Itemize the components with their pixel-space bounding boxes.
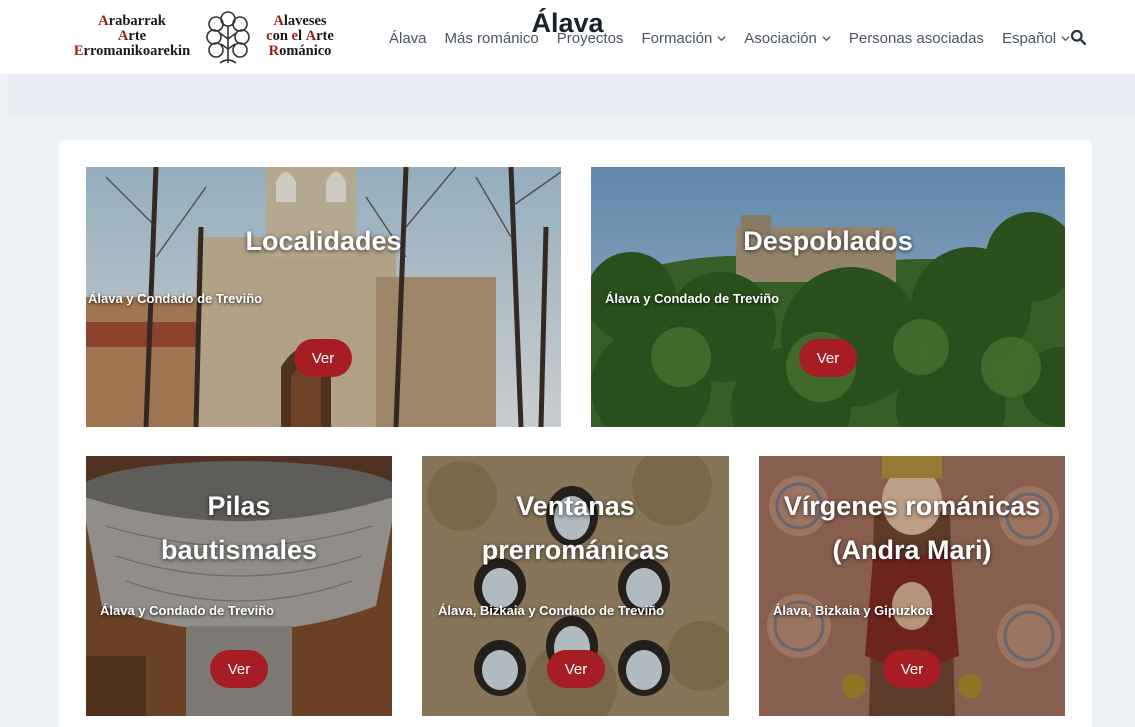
card-localidades[interactable]: Localidades Álava y Condado de Treviño V… xyxy=(86,167,561,427)
card-title-line: (Andra Mari) xyxy=(832,535,992,565)
card-title-line: bautismales xyxy=(160,535,318,565)
card-subtitle: Álava y Condado de Treviño xyxy=(88,291,263,306)
card-title: Despoblados xyxy=(743,226,913,256)
card-subtitle: Álava y Condado de Treviño xyxy=(605,291,780,306)
card-subtitle: Álava y Condado de Treviño xyxy=(100,603,275,618)
card-subtitle: Álava, Bizkaia y Condado de Treviño xyxy=(438,603,665,618)
card-virgenes-romanicas[interactable]: Vírgenes románicas (Andra Mari) Álava, B… xyxy=(759,456,1065,716)
card-title-line: prerrománicas xyxy=(481,535,670,565)
card-title-line: Ventanas xyxy=(516,491,635,521)
ver-button[interactable]: Ver xyxy=(883,650,941,688)
ver-button[interactable]: Ver xyxy=(799,339,857,377)
card-title-line: Vírgenes románicas xyxy=(783,491,1041,521)
page-title: Álava xyxy=(531,8,604,38)
card-title-line: Pilas xyxy=(207,491,271,521)
card-despoblados[interactable]: Despoblados Álava y Condado de Treviño V… xyxy=(591,167,1065,427)
ver-button[interactable]: Ver xyxy=(547,650,605,688)
ver-button[interactable]: Ver xyxy=(294,339,352,377)
card-pilas-bautismales[interactable]: Pilas bautismales Álava y Condado de Tre… xyxy=(86,456,392,716)
card-subtitle: Álava, Bizkaia y Gipuzkoa xyxy=(773,603,933,618)
page-title-band xyxy=(8,74,1135,117)
card-ventanas-prerromanicas[interactable]: Ventanas prerrománicas Álava, Bizkaia y … xyxy=(422,456,729,716)
ver-button[interactable]: Ver xyxy=(210,650,268,688)
card-title: Localidades xyxy=(245,226,402,256)
